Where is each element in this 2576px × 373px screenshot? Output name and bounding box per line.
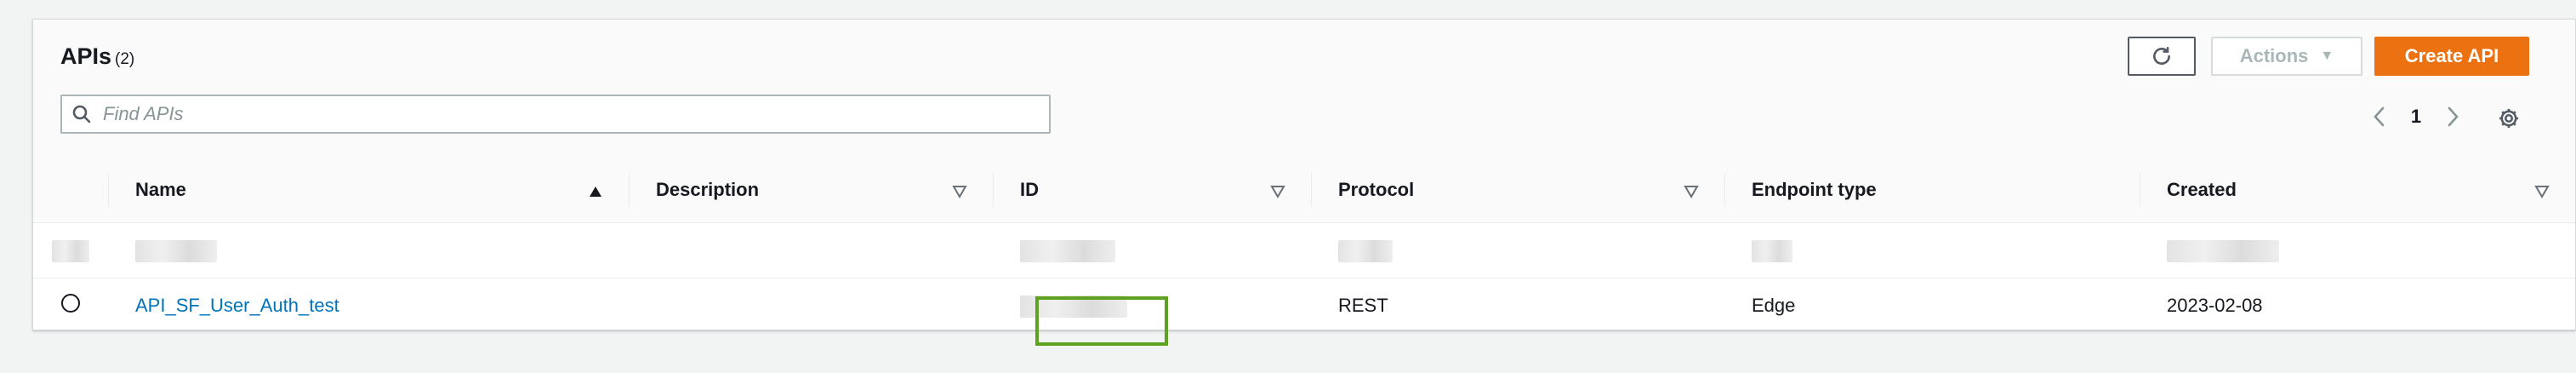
description-cell — [629, 278, 993, 334]
column-separator — [1311, 173, 1312, 207]
id-highlight-box — [1035, 296, 1168, 346]
current-page[interactable]: 1 — [2395, 106, 2437, 128]
actions-dropdown[interactable]: Actions ▼ — [2211, 37, 2362, 76]
column-header-description[interactable]: Description — [629, 158, 993, 223]
redacted-content — [1338, 239, 1393, 262]
column-separator — [629, 173, 630, 207]
sort-desc-icon — [1684, 181, 1699, 204]
page-title: APIs (2) — [60, 43, 134, 70]
redacted-content — [1020, 239, 1115, 262]
redacted-content — [2167, 239, 2279, 262]
column-header-label: Endpoint type — [1752, 179, 1877, 200]
chevron-left-icon[interactable] — [2364, 101, 2395, 132]
row-select-cell[interactable] — [33, 278, 108, 334]
created-cell — [2140, 222, 2575, 278]
column-header-id[interactable]: ID — [993, 158, 1311, 223]
apis-panel: APIs (2) Actions ▼ Create API Find APIs … — [32, 19, 2576, 346]
column-header-label: Created — [2167, 179, 2237, 200]
column-separator — [108, 173, 109, 207]
sort-asc-icon — [588, 181, 603, 204]
sort-desc-icon — [2534, 181, 2550, 204]
table-header-row: Name Description ID Protocol Endpoint ty… — [33, 158, 2575, 223]
search-box — [60, 95, 1051, 134]
description-cell — [629, 222, 993, 278]
name-cell[interactable]: API_SF_User_Auth_test — [108, 278, 629, 334]
gear-icon[interactable] — [2492, 101, 2526, 135]
column-separator — [1724, 173, 1725, 207]
refresh-icon — [2153, 46, 2170, 65]
table-row[interactable]: API_SF_User_Auth_test REST Edge 2023-02-… — [33, 278, 2575, 334]
protocol-cell — [1311, 222, 1724, 278]
refresh-button[interactable] — [2128, 37, 2196, 76]
api-name-link[interactable]: API_SF_User_Auth_test — [135, 295, 339, 316]
protocol-cell: REST — [1311, 278, 1724, 334]
apis-table: Name Description ID Protocol Endpoint ty… — [33, 158, 2575, 334]
title-text: APIs — [60, 43, 112, 69]
panel-header: APIs (2) Actions ▼ Create API Find APIs … — [33, 20, 2575, 158]
column-header-endpoint-type[interactable]: Endpoint type — [1724, 158, 2140, 223]
redacted-content — [135, 239, 217, 262]
caret-down-icon: ▼ — [2320, 49, 2334, 63]
endpoint-type-cell: Edge — [1724, 278, 2140, 334]
row-radio[interactable] — [61, 294, 80, 313]
api-count: (2) — [115, 50, 135, 68]
created-cell: 2023-02-08 — [2140, 278, 2575, 334]
create-api-button[interactable]: Create API — [2374, 37, 2529, 76]
redacted-content — [1752, 239, 1792, 262]
table-row[interactable] — [33, 222, 2575, 278]
create-api-label: Create API — [2404, 45, 2499, 66]
sort-desc-icon — [1270, 181, 1285, 204]
search-icon — [62, 104, 101, 124]
column-header-label: ID — [1020, 179, 1039, 200]
column-header-label: Name — [135, 179, 186, 200]
column-header-created[interactable]: Created — [2140, 158, 2575, 223]
select-column-header — [33, 158, 108, 223]
column-header-label: Description — [656, 179, 760, 200]
column-header-name[interactable]: Name — [108, 158, 629, 223]
endpoint-type-cell — [1724, 222, 2140, 278]
actions-label: Actions — [2239, 45, 2309, 66]
column-header-protocol[interactable]: Protocol — [1311, 158, 1724, 223]
name-cell[interactable] — [108, 222, 629, 278]
sort-desc-icon — [952, 181, 967, 204]
id-cell — [993, 222, 1311, 278]
search-input[interactable] — [101, 102, 1032, 126]
redacted-content — [52, 239, 89, 262]
row-select-cell[interactable] — [33, 222, 108, 278]
pagination: 1 — [2364, 101, 2468, 132]
column-header-label: Protocol — [1338, 179, 1415, 200]
column-separator — [993, 173, 994, 207]
chevron-right-icon[interactable] — [2437, 101, 2468, 132]
